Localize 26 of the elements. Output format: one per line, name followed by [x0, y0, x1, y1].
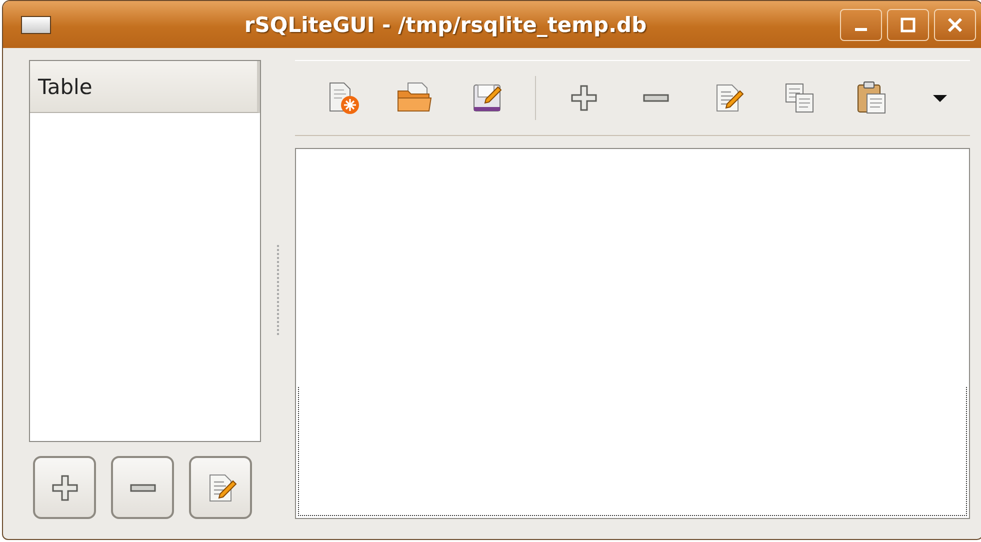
close-button[interactable]	[934, 8, 976, 40]
maximize-button[interactable]	[887, 8, 929, 40]
window-title: rSQLiteGUI - /tmp/rsqlite_temp.db	[243, 12, 648, 36]
clipboard-icon	[858, 82, 886, 114]
minus-icon	[130, 484, 156, 492]
minus-icon	[643, 94, 669, 102]
minimize-button[interactable]	[840, 8, 882, 40]
table-list[interactable]: Table	[29, 60, 261, 442]
copy-icon	[786, 84, 814, 112]
minimize-icon	[855, 28, 867, 31]
folder-icon	[398, 82, 432, 112]
new-document-icon	[330, 82, 359, 114]
column-header[interactable]: Table	[30, 61, 260, 113]
close-icon	[947, 16, 963, 32]
window-icon	[21, 16, 51, 34]
plus-icon	[571, 85, 597, 111]
plus-icon	[52, 474, 78, 500]
edit-document-icon	[716, 84, 744, 112]
maximize-icon	[900, 16, 916, 32]
remove-button[interactable]	[111, 456, 174, 519]
edit-button[interactable]	[189, 456, 252, 519]
splitter-handle[interactable]	[276, 244, 280, 336]
disk-edit-icon	[474, 84, 502, 112]
add-button[interactable]	[33, 456, 96, 519]
edit-document-icon	[209, 474, 236, 501]
dropdown-arrow-icon	[933, 95, 947, 102]
